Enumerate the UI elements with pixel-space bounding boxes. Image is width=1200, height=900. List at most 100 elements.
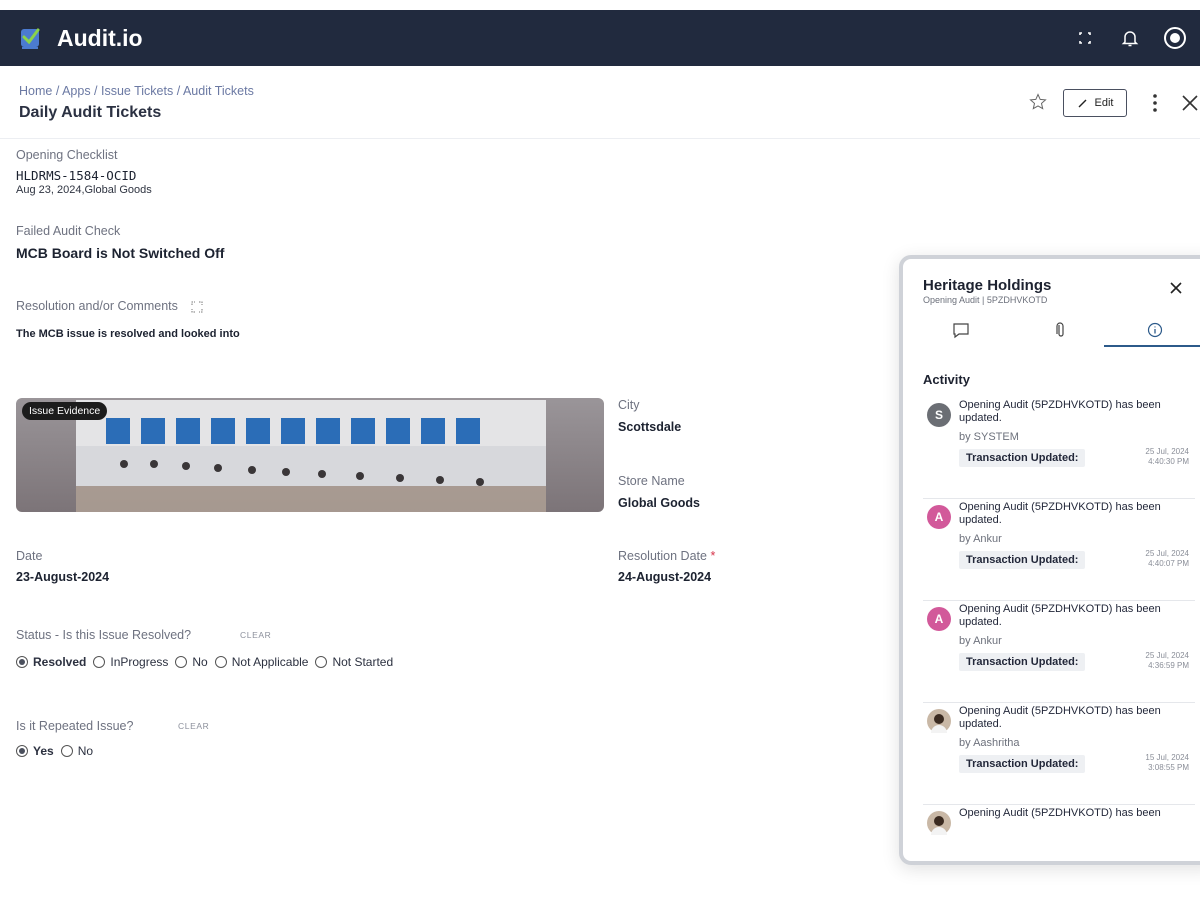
activity-timestamp: 15 Jul, 2024 3:08:55 PM <box>1145 753 1189 772</box>
breadcrumb[interactable]: Home / Apps / Issue Tickets / Audit Tick… <box>19 84 254 98</box>
status-option-label: No <box>192 655 208 669</box>
activity-author: by Aashritha <box>959 737 1020 749</box>
edit-button[interactable]: Edit <box>1063 89 1127 117</box>
resolution-date-label-text: Resolution Date <box>618 549 707 563</box>
logo-icon <box>21 28 40 49</box>
info-tab-icon[interactable] <box>1143 319 1167 341</box>
panel-subtitle: Opening Audit | 5PZDHVKOTD <box>923 295 1048 305</box>
active-tab-indicator <box>1104 345 1200 347</box>
activity-timestamp: 25 Jul, 2024 4:40:07 PM <box>1145 549 1189 568</box>
page-title: Daily Audit Tickets <box>19 104 162 121</box>
activity-message: Opening Audit (5PZDHVKOTD) has been upda… <box>959 399 1161 424</box>
activity-date: 15 Jul, 2024 <box>1145 753 1189 762</box>
user-photo-icon <box>931 816 947 835</box>
fullscreen-icon[interactable] <box>1073 26 1097 50</box>
repeated-clear-button[interactable]: CLEAR <box>178 721 209 731</box>
activity-time: 4:40:30 PM <box>1148 456 1189 466</box>
panel-title: Heritage Holdings <box>923 277 1052 294</box>
activity-author: by Ankur <box>959 533 1002 545</box>
activity-date: 25 Jul, 2024 <box>1145 447 1189 456</box>
panel-close-icon[interactable] <box>1169 281 1183 295</box>
app-title: Audit.io <box>57 25 143 51</box>
issue-evidence-image[interactable]: Issue Evidence <box>16 398 604 512</box>
activity-date: 25 Jul, 2024 <box>1145 549 1189 558</box>
activity-item: A Opening Audit (5PZDHVKOTD) has been up… <box>923 501 1195 601</box>
failed-check-label: Failed Audit Check <box>16 224 121 238</box>
activity-item: S Opening Audit (5PZDHVKOTD) has been up… <box>923 399 1195 499</box>
comments-tab-icon[interactable] <box>949 319 973 341</box>
activity-item: Opening Audit (5PZDHVKOTD) has been <box>923 807 1195 861</box>
activity-chip: Transaction Updated: <box>959 653 1086 671</box>
activity-heading: Activity <box>923 372 970 387</box>
pencil-icon <box>1078 99 1087 108</box>
expand-icon[interactable] <box>191 301 203 313</box>
resolution-date-label: Resolution Date * <box>618 549 715 563</box>
checklist-label: Opening Checklist <box>16 148 118 162</box>
activity-timestamp: 25 Jul, 2024 4:36:59 PM <box>1145 651 1189 670</box>
activity-date: 25 Jul, 2024 <box>1145 651 1189 660</box>
more-options-icon[interactable] <box>1145 92 1165 114</box>
repeated-radio-yes[interactable]: Yes <box>16 744 54 758</box>
activity-message: Opening Audit (5PZDHVKOTD) has been upda… <box>959 501 1161 526</box>
activity-chip: Transaction Updated: <box>959 755 1086 773</box>
top-bar: Audit.io <box>0 10 1200 66</box>
activity-author: by SYSTEM <box>959 431 1019 443</box>
activity-time: 4:36:59 PM <box>1148 660 1189 670</box>
activity-chip: Transaction Updated: <box>959 449 1086 467</box>
status-clear-button[interactable]: CLEAR <box>240 630 271 640</box>
attachment-tab-icon[interactable] <box>1049 319 1073 341</box>
status-label: Status - Is this Issue Resolved? <box>16 628 192 642</box>
status-option-label: Not Applicable <box>231 655 309 669</box>
comments-label: Resolution and/or Comments <box>16 299 178 313</box>
repeated-issue-label: Is it Repeated Issue? <box>16 719 134 733</box>
breaker-row <box>106 418 480 444</box>
comments-value: The MCB issue is resolved and looked int… <box>16 328 240 340</box>
avatar <box>927 709 951 733</box>
edit-button-label: Edit <box>1094 97 1114 109</box>
status-radio-group: Resolved InProgress No Not Applicable No… <box>16 655 400 669</box>
repeated-option-label: Yes <box>33 744 54 758</box>
status-radio-not-applicable[interactable]: Not Applicable <box>214 655 309 669</box>
date-label: Date <box>16 549 43 563</box>
status-option-label: InProgress <box>110 655 169 669</box>
activity-item: Opening Audit (5PZDHVKOTD) has been upda… <box>923 705 1195 805</box>
status-radio-no[interactable]: No <box>175 655 208 669</box>
date-value: 23-August-2024 <box>16 570 110 584</box>
status-radio-not-started[interactable]: Not Started <box>315 655 393 669</box>
avatar: S <box>927 403 951 427</box>
activity-timestamp: 25 Jul, 2024 4:40:30 PM <box>1145 447 1189 466</box>
store-name-value: Global Goods <box>618 496 700 510</box>
status-radio-resolved[interactable]: Resolved <box>16 655 86 669</box>
user-photo-icon <box>931 714 947 733</box>
star-icon[interactable] <box>1028 92 1048 112</box>
city-label: City <box>618 398 640 412</box>
activity-message: Opening Audit (5PZDHVKOTD) has been upda… <box>959 705 1161 730</box>
status-option-label: Resolved <box>33 655 87 669</box>
status-radio-inprogress[interactable]: InProgress <box>93 655 168 669</box>
repeated-radio-no[interactable]: No <box>60 744 94 758</box>
activity-chip: Transaction Updated: <box>959 551 1086 569</box>
activity-item: A Opening Audit (5PZDHVKOTD) has been up… <box>923 603 1195 703</box>
bell-icon[interactable] <box>1118 26 1142 50</box>
store-name-label: Store Name <box>618 474 685 488</box>
activity-time: 4:40:07 PM <box>1148 558 1189 568</box>
user-profile-icon[interactable] <box>1163 26 1187 50</box>
checklist-id: HLDRMS-1584-OCID <box>16 168 137 183</box>
repeated-radio-group: Yes No <box>16 744 100 758</box>
close-icon[interactable] <box>1180 92 1200 114</box>
required-marker: * <box>710 549 716 563</box>
status-option-label: Not Started <box>332 655 394 669</box>
repeated-option-label: No <box>77 744 94 758</box>
activity-message: Opening Audit (5PZDHVKOTD) has been upda… <box>959 603 1161 628</box>
evidence-badge: Issue Evidence <box>22 402 108 420</box>
activity-time: 3:08:55 PM <box>1148 762 1189 772</box>
avatar <box>927 811 951 835</box>
activity-author: by Ankur <box>959 635 1002 647</box>
city-value: Scottsdale <box>618 420 682 434</box>
avatar: A <box>927 505 951 529</box>
failed-check-value: MCB Board is Not Switched Off <box>16 245 225 261</box>
activity-message: Opening Audit (5PZDHVKOTD) has been <box>959 807 1161 819</box>
avatar: A <box>927 607 951 631</box>
checklist-meta: Aug 23, 2024,Global Goods <box>16 184 152 196</box>
resolution-date-value: 24-August-2024 <box>618 570 712 584</box>
